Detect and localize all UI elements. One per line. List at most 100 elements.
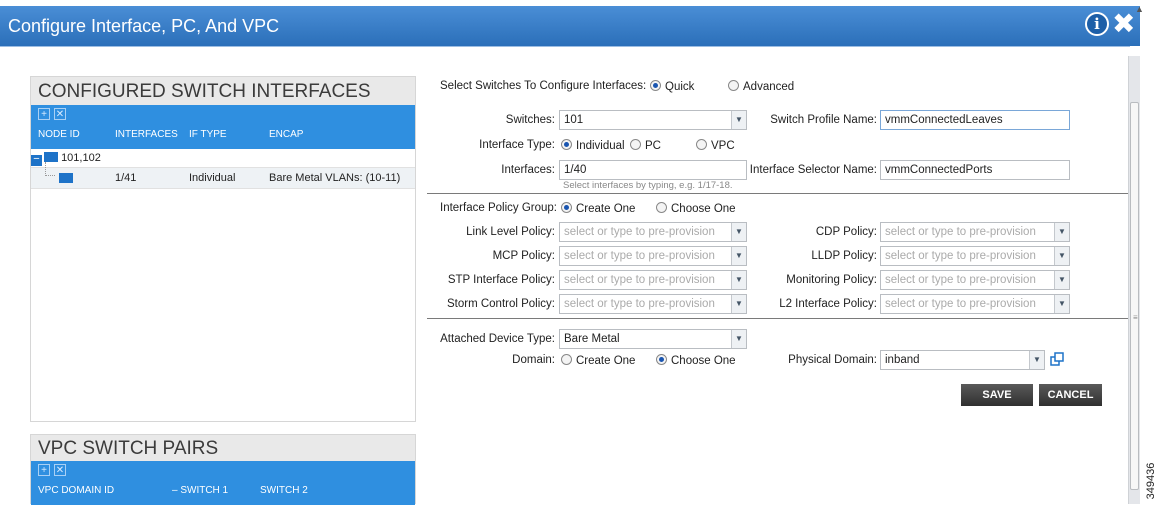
individual-radio[interactable]: Individual — [561, 139, 625, 152]
chevron-down-icon[interactable]: ▼ — [1054, 223, 1069, 241]
close-icon[interactable]: ✖ — [1112, 10, 1135, 38]
stp-label: STP Interface Policy: — [447, 274, 555, 286]
lldp-select[interactable]: select or type to pre-provision ▼ — [880, 246, 1070, 266]
mcp-select[interactable]: select or type to pre-provision ▼ — [559, 246, 747, 266]
policy-create-label: Create One — [576, 203, 636, 215]
cdp-label: CDP Policy: — [815, 226, 877, 238]
node-id-value: 101,102 — [61, 152, 101, 164]
lldp-label: LLDP Policy: — [811, 250, 877, 262]
selector-name-label: Interface Selector Name: — [749, 164, 877, 176]
title-bar: Configure Interface, PC, And VPC — [0, 6, 1140, 46]
domain-choose-label: Choose One — [671, 355, 736, 367]
x-box-icon[interactable]: ✕ — [54, 464, 66, 476]
tree-node-switches[interactable]: − 101,102 — [31, 149, 415, 167]
policy-group-label: Interface Policy Group: — [440, 202, 557, 214]
storm-select[interactable]: select or type to pre-provision ▼ — [559, 294, 747, 314]
row-if-type: Individual — [189, 172, 236, 184]
column-interfaces[interactable]: INTERFACES — [115, 129, 178, 140]
radio-icon — [630, 139, 641, 150]
interface-type-label: Interface Type: — [479, 139, 555, 151]
placeholder-text: select or type to pre-provision — [564, 226, 715, 238]
cancel-button[interactable]: CANCEL — [1039, 384, 1102, 406]
l2-label: L2 Interface Policy: — [779, 298, 877, 310]
chevron-down-icon[interactable]: ▼ — [1029, 351, 1044, 369]
selector-name-input[interactable]: vmmConnectedPorts — [880, 160, 1070, 180]
table-row[interactable]: 1/41 Individual Bare Metal VLANs: (10-11… — [31, 162, 415, 189]
switch-profile-input[interactable]: vmmConnectedLeaves — [880, 110, 1070, 130]
placeholder-text: select or type to pre-provision — [885, 274, 1036, 286]
grip-icon: ≡ — [1133, 313, 1138, 322]
interfaces-hint: Select interfaces by typing, e.g. 1/17-1… — [563, 180, 733, 191]
save-button[interactable]: SAVE — [961, 384, 1033, 406]
column-switch-1-label: SWITCH 1 — [180, 485, 229, 496]
radio-icon — [561, 139, 572, 150]
quick-radio[interactable]: Quick — [650, 80, 694, 93]
plus-icon[interactable]: + — [38, 464, 50, 476]
domain-choose-radio[interactable]: Choose One — [656, 354, 736, 367]
column-switch-2[interactable]: SWITCH 2 — [260, 485, 308, 496]
column-if-type[interactable]: IF TYPE — [189, 129, 227, 140]
chevron-down-icon[interactable]: ▼ — [731, 330, 746, 348]
radio-icon — [728, 80, 739, 91]
info-icon[interactable]: i — [1085, 12, 1109, 36]
placeholder-text: select or type to pre-provision — [885, 226, 1036, 238]
placeholder-text: select or type to pre-provision — [564, 250, 715, 262]
physical-domain-label: Physical Domain: — [788, 354, 877, 366]
quick-label: Quick — [665, 81, 695, 93]
x-box-icon[interactable]: ✕ — [54, 108, 66, 120]
placeholder-text: select or type to pre-provision — [885, 250, 1036, 262]
configure-dialog: Configure Interface, PC, And VPC i ✖ ▲ C… — [0, 0, 1144, 505]
chevron-down-icon[interactable]: ▼ — [1054, 271, 1069, 289]
l2-select[interactable]: select or type to pre-provision ▼ — [880, 294, 1070, 314]
plus-icon[interactable]: + — [38, 108, 50, 120]
radio-icon — [561, 354, 572, 365]
chevron-down-icon[interactable]: ▼ — [1054, 247, 1069, 265]
folder-icon — [59, 173, 73, 183]
interfaces-label: Interfaces: — [501, 164, 555, 176]
stp-select[interactable]: select or type to pre-provision ▼ — [559, 270, 747, 290]
switches-value: 101 — [564, 114, 584, 126]
radio-icon — [650, 80, 661, 91]
placeholder-text: select or type to pre-provision — [564, 274, 715, 286]
radio-icon — [656, 202, 667, 213]
physical-domain-select[interactable]: inband ▼ — [880, 350, 1045, 370]
attached-device-value: Bare Metal — [564, 333, 620, 345]
select-switches-label: Select Switches To Configure Interfaces: — [440, 80, 647, 92]
radio-icon — [696, 139, 707, 150]
folder-icon — [44, 152, 58, 162]
scroll-up-caret-icon[interactable]: ▲ — [1135, 4, 1144, 14]
mcp-label: MCP Policy: — [492, 250, 555, 262]
cdp-select[interactable]: select or type to pre-provision ▼ — [880, 222, 1070, 242]
collapse-icon[interactable]: − — [31, 154, 42, 166]
column-encap[interactable]: ENCAP — [269, 129, 303, 140]
attached-device-label: Attached Device Type: — [440, 333, 555, 345]
pc-radio[interactable]: PC — [630, 139, 661, 152]
storm-label: Storm Control Policy: — [446, 298, 555, 310]
vertical-scrollbar[interactable]: ≡ — [1128, 56, 1140, 504]
column-vpc-domain-id[interactable]: VPC DOMAIN ID — [38, 485, 114, 496]
vpc-label: VPC — [711, 140, 735, 152]
advanced-radio[interactable]: Advanced — [728, 80, 794, 93]
scrollbar-thumb[interactable]: ≡ — [1130, 102, 1139, 490]
monitoring-select[interactable]: select or type to pre-provision ▼ — [880, 270, 1070, 290]
column-node-id[interactable]: NODE ID — [38, 129, 80, 140]
title-separator — [0, 46, 1130, 47]
radio-icon — [656, 354, 667, 365]
attached-device-select[interactable]: Bare Metal ▼ — [559, 329, 747, 349]
configured-grid-header: + ✕ NODE ID INTERFACES IF TYPE ENCAP — [31, 105, 415, 149]
popout-icon[interactable] — [1050, 352, 1064, 366]
switches-select[interactable]: 101 ▼ — [559, 110, 747, 130]
radio-icon — [561, 202, 572, 213]
vpc-radio[interactable]: VPC — [696, 139, 735, 152]
vpc-switch-pairs-panel: VPC SWITCH PAIRS + ✕ VPC DOMAIN ID – SWIT… — [30, 434, 416, 505]
domain-create-radio[interactable]: Create One — [561, 354, 635, 367]
column-switch-1[interactable]: – SWITCH 1 — [172, 485, 228, 496]
policy-create-radio[interactable]: Create One — [561, 202, 635, 215]
link-level-select[interactable]: select or type to pre-provision ▼ — [559, 222, 747, 242]
chevron-down-icon[interactable]: ▼ — [1054, 295, 1069, 313]
domain-create-label: Create One — [576, 355, 636, 367]
watermark: 349436 — [1144, 458, 1158, 504]
interfaces-input[interactable]: 1/40 — [559, 160, 747, 180]
placeholder-text: select or type to pre-provision — [564, 298, 715, 310]
policy-choose-radio[interactable]: Choose One — [656, 202, 736, 215]
